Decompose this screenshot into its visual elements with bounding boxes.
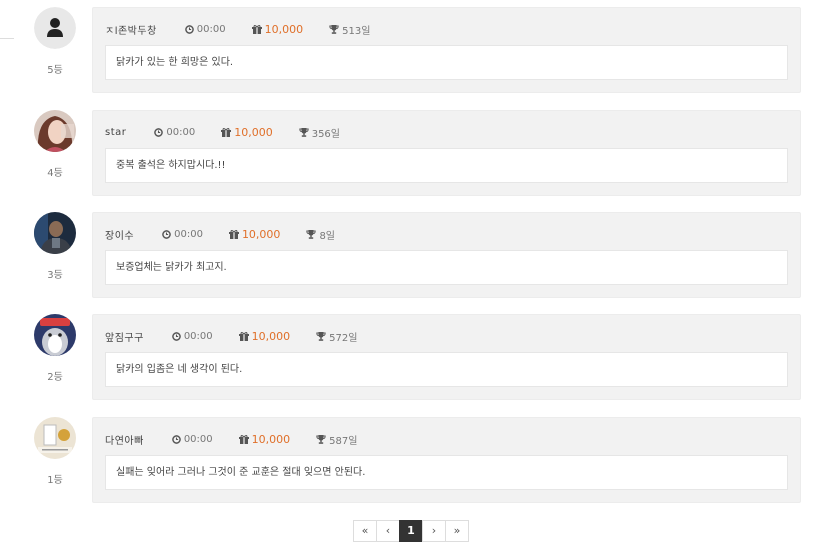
message-box: 닭카가 있는 한 희망은 있다.: [105, 45, 788, 80]
time-value: 00:00: [196, 23, 226, 35]
user-name[interactable]: star: [105, 127, 126, 138]
points-value: 10,000: [241, 227, 281, 241]
clock-icon: [171, 434, 181, 444]
message-box: 보증업체는 닭카가 최고지.: [105, 250, 788, 285]
trophy-icon: [299, 127, 309, 137]
avatar[interactable]: [34, 212, 76, 254]
gift-icon: [238, 434, 249, 444]
attendance-entry: 4등 star 00:00 10,000 356일 중복 출석은 하지맙시다.!…: [0, 110, 835, 200]
points-item: 10,000: [251, 22, 304, 36]
message-box: 실패는 잊어라 그러나 그것이 준 교훈은 절대 잊으면 안된다.: [105, 455, 788, 490]
default-person-icon: [34, 7, 76, 49]
days-value: 356일: [311, 128, 340, 140]
time-item: 00:00: [154, 127, 195, 138]
user-name[interactable]: 다연아빠: [105, 432, 144, 447]
time-item: 00:00: [162, 229, 203, 240]
message-box: 닭카의 입좀은 네 생각이 된다.: [105, 352, 788, 387]
gift-icon: [238, 331, 249, 341]
entry-meta: 장이수 00:00 10,000 8일: [105, 227, 335, 242]
points-value: 10,000: [251, 329, 291, 343]
rank-label: 3등: [47, 270, 63, 281]
avatar-column: 3등: [34, 212, 76, 281]
points-item: 10,000: [238, 432, 291, 446]
entry-meta: 다연아빠 00:00 10,000 587일: [105, 432, 357, 447]
time-value: 00:00: [174, 228, 203, 240]
user-name[interactable]: ㅈl존박두창: [105, 22, 157, 37]
avatar-column: 4등: [34, 110, 76, 179]
next-page-button[interactable]: ›: [422, 520, 446, 542]
days-value: 513일: [342, 25, 371, 37]
time-item: 00:00: [184, 23, 226, 35]
avatar-column: 1등: [34, 417, 76, 486]
points-value: 10,000: [251, 432, 291, 446]
days-item: 572일: [316, 329, 357, 344]
last-page-button[interactable]: »: [445, 520, 469, 542]
avatar[interactable]: [34, 417, 76, 459]
points-item: 10,000: [238, 329, 291, 343]
trophy-icon: [329, 24, 339, 34]
time-item: 00:00: [171, 330, 213, 342]
avatar[interactable]: [34, 7, 76, 49]
user-name[interactable]: 앞짐구구: [105, 329, 144, 344]
entry-card: ㅈl존박두창 00:00 10,000 513일 닭카가 있는 한 희망은 있다…: [92, 7, 801, 93]
time-item: 00:00: [171, 433, 213, 445]
avatar-column: 2등: [34, 314, 76, 383]
trophy-icon: [316, 331, 326, 341]
rank-label: 4등: [47, 168, 63, 179]
gift-icon: [251, 24, 262, 34]
trophy-icon: [316, 434, 326, 444]
entry-meta: star 00:00 10,000 356일: [105, 125, 340, 140]
avatar[interactable]: [34, 110, 76, 152]
points-value: 10,000: [234, 125, 273, 139]
days-item: 587일: [316, 432, 357, 447]
days-value: 572일: [329, 332, 358, 344]
entry-meta: ㅈl존박두창 00:00 10,000 513일: [105, 22, 370, 37]
entry-card: 장이수 00:00 10,000 8일 보증업체는 닭카가 최고지.: [92, 212, 801, 298]
days-item: 356일: [299, 125, 340, 140]
rank-label: 2등: [47, 372, 63, 383]
avatar-column: 5등: [34, 7, 76, 76]
gift-icon: [221, 127, 232, 137]
rank-label: 1등: [47, 475, 63, 486]
points-value: 10,000: [264, 22, 304, 36]
clock-icon: [171, 331, 181, 341]
clock-icon: [162, 229, 171, 239]
points-item: 10,000: [228, 227, 281, 241]
rank-label: 5등: [47, 65, 63, 76]
woman-photo-icon: [34, 110, 76, 152]
days-value: 587일: [329, 435, 358, 447]
pagination: « ‹ 1 › »: [353, 520, 469, 542]
entry-card: 앞짐구구 00:00 10,000 572일 닭카의 입좀은 네 생각이 된다.: [92, 314, 801, 400]
prev-page-button[interactable]: ‹: [376, 520, 400, 542]
days-value: 8일: [319, 230, 335, 242]
time-value: 00:00: [183, 433, 213, 445]
avatar[interactable]: [34, 314, 76, 356]
trophy-icon: [306, 229, 317, 239]
attendance-entry: 1등 다연아빠 00:00 10,000 587일 실패는 잊어라 그러나 그것…: [0, 417, 835, 507]
time-value: 00:00: [183, 330, 213, 342]
user-name[interactable]: 장이수: [105, 227, 134, 242]
points-item: 10,000: [221, 126, 273, 139]
time-value: 00:00: [166, 126, 196, 138]
clock-icon: [154, 127, 164, 137]
attendance-entry: 5등 ㅈl존박두창 00:00 10,000 513일 닭카가 있는 한 희망은…: [0, 7, 835, 97]
attendance-entry: 2등 앞짐구구 00:00 10,000 572일 닭카의 입좀은 네 생각이 …: [0, 314, 835, 404]
man-photo-icon: [34, 212, 76, 254]
entry-meta: 앞짐구구 00:00 10,000 572일: [105, 329, 357, 344]
entry-card: 다연아빠 00:00 10,000 587일 실패는 잊어라 그러나 그것이 준…: [92, 417, 801, 503]
attendance-entry: 3등 장이수 00:00 10,000 8일 보증업체는 닭카가 최고지.: [0, 212, 835, 302]
penguin-cartoon-icon: [34, 314, 76, 356]
first-page-button[interactable]: «: [353, 520, 377, 542]
days-item: 513일: [329, 22, 370, 37]
message-box: 중복 출석은 하지맙시다.!!: [105, 148, 788, 183]
sign-photo-icon: [34, 417, 76, 459]
entry-card: star 00:00 10,000 356일 중복 출석은 하지맙시다.!!: [92, 110, 801, 196]
gift-icon: [228, 229, 239, 239]
current-page-button[interactable]: 1: [399, 520, 423, 542]
days-item: 8일: [306, 227, 335, 242]
clock-icon: [184, 24, 194, 34]
